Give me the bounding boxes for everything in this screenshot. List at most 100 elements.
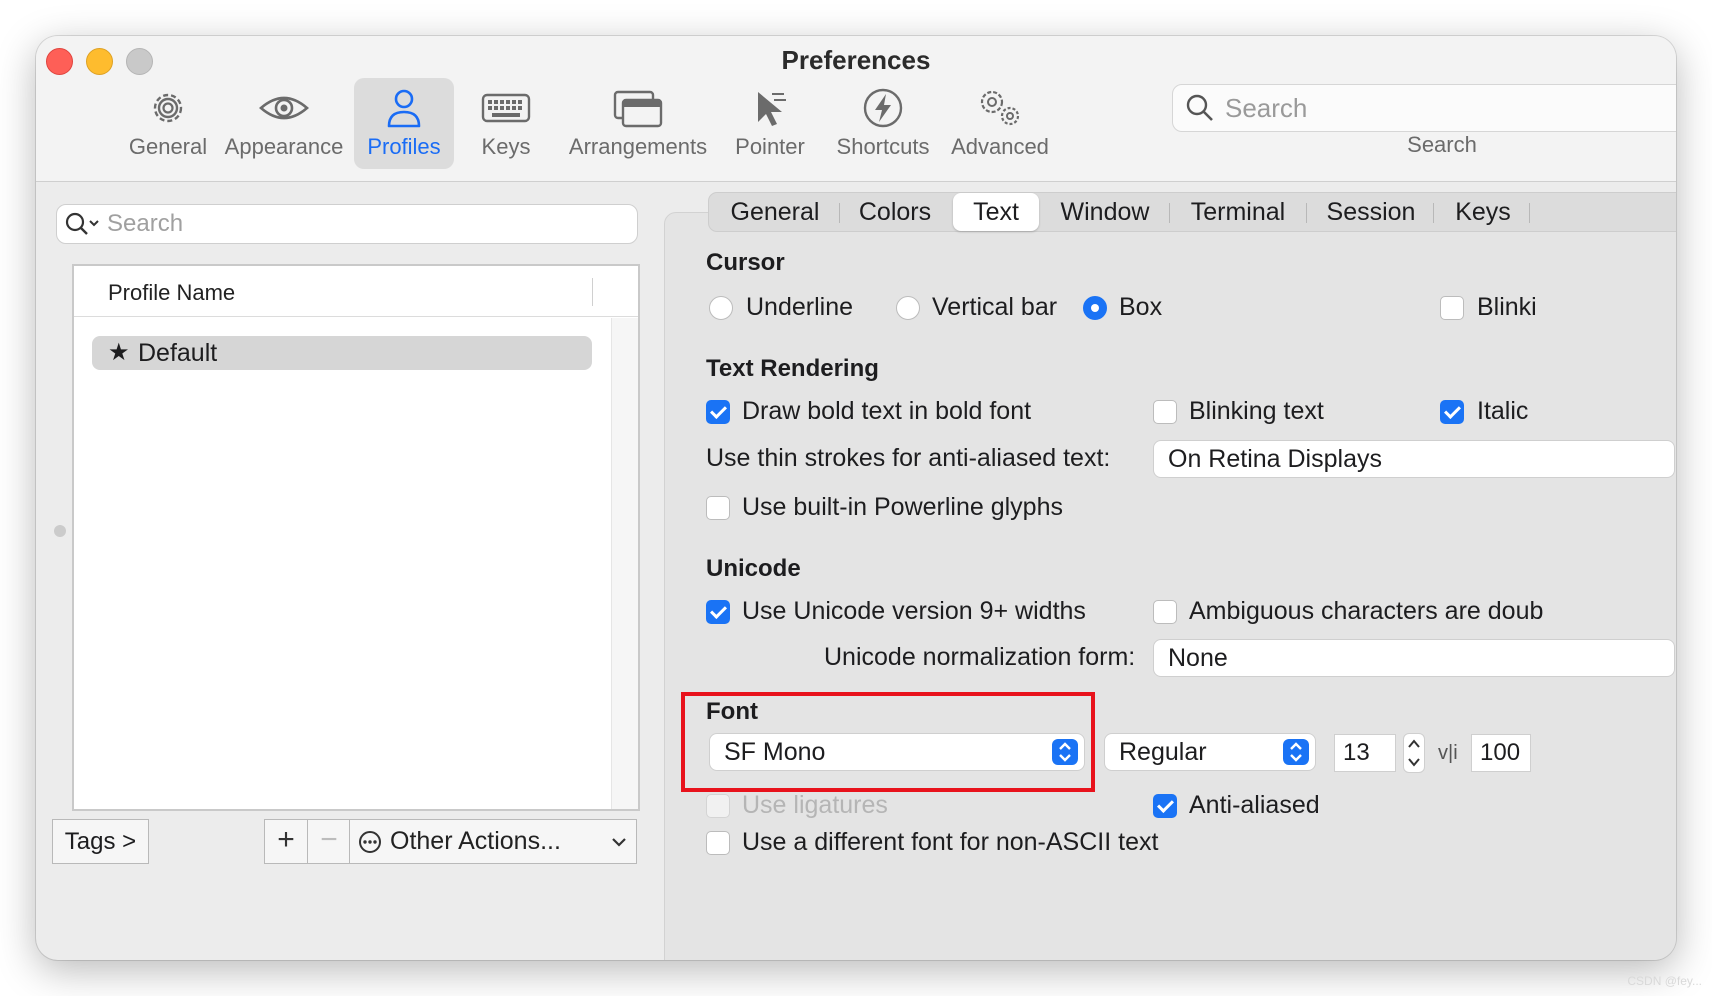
ellipsis-circle-icon <box>359 831 381 853</box>
normalization-value: None <box>1168 644 1228 672</box>
bolt-icon <box>863 88 903 128</box>
toolbar-arrangements[interactable]: Arrangements <box>566 78 710 169</box>
bold-font-label: Draw bold text in bold font <box>742 397 1032 425</box>
toolbar-profiles-label: Profiles <box>367 134 441 159</box>
normalization-popup[interactable]: None <box>1153 639 1675 677</box>
thin-strokes-label: Use thin strokes for anti-aliased text: <box>706 444 1111 472</box>
profile-tabs: General Colors Text Window Terminal Sess… <box>708 192 1676 232</box>
blinking-text-label: Blinking text <box>1189 397 1324 425</box>
tab-colors[interactable]: Colors <box>841 193 949 231</box>
split-view-handle[interactable] <box>54 525 66 537</box>
tags-button[interactable]: Tags > <box>52 819 149 864</box>
add-profile-button[interactable]: + <box>264 819 308 864</box>
other-actions-label: Other Actions... <box>390 827 561 855</box>
profile-table: Profile Name ★ Default <box>72 264 640 811</box>
eye-icon <box>259 96 309 120</box>
toolbar-shortcuts[interactable]: Shortcuts <box>828 78 938 169</box>
blinking-cursor-label: Blinki <box>1477 293 1537 321</box>
non-ascii-font-label: Use a different font for non-ASCII text <box>742 828 1159 856</box>
toolbar-advanced-label: Advanced <box>951 134 1049 159</box>
ambiguous-chars-label: Ambiguous characters are doub <box>1189 597 1544 625</box>
profile-row-default[interactable]: ★ Default <box>92 336 592 370</box>
font-style-popup[interactable]: Regular <box>1104 733 1316 771</box>
star-icon: ★ <box>108 339 130 366</box>
font-size-stepper[interactable] <box>1403 733 1425 773</box>
profile-name-header-label: Profile Name <box>108 280 236 305</box>
toolbar-search-caption: Search <box>1407 132 1477 157</box>
toolbar-appearance[interactable]: Appearance <box>222 78 346 169</box>
ligatures-checkbox[interactable] <box>706 794 730 818</box>
tab-window[interactable]: Window <box>1043 193 1167 231</box>
toolbar: Preferences General Appearance Profiles <box>36 36 1676 182</box>
spacing-field[interactable]: 100 <box>1471 734 1531 772</box>
bold-font-checkbox[interactable] <box>706 400 730 424</box>
thin-strokes-popup[interactable]: On Retina Displays <box>1153 440 1675 478</box>
column-divider <box>592 278 593 306</box>
font-size-value: 13 <box>1343 739 1370 766</box>
powerline-checkbox[interactable] <box>706 496 730 520</box>
chevron-down-icon <box>612 838 626 847</box>
toolbar-search-input[interactable] <box>1223 85 1627 131</box>
toolbar-profiles[interactable]: Profiles <box>354 78 454 169</box>
tab-divider <box>1529 203 1530 223</box>
watermark: CSDN @fey... <box>1627 974 1702 988</box>
profile-row-label: Default <box>138 339 218 367</box>
blinking-text-checkbox[interactable] <box>1153 400 1177 424</box>
remove-profile-button[interactable]: − <box>307 819 351 864</box>
keyboard-icon <box>481 93 531 123</box>
non-ascii-font-checkbox[interactable] <box>706 831 730 855</box>
ambiguous-chars-checkbox[interactable] <box>1153 600 1177 624</box>
anti-aliased-label: Anti-aliased <box>1189 791 1320 819</box>
cursor-box-label: Box <box>1119 293 1163 321</box>
font-style-value: Regular <box>1119 738 1207 766</box>
cursor-underline-radio[interactable] <box>709 296 733 320</box>
font-size-field[interactable]: 13 <box>1334 734 1396 772</box>
thin-strokes-value: On Retina Displays <box>1168 445 1382 473</box>
tab-keys[interactable]: Keys <box>1435 193 1531 231</box>
toolbar-pointer[interactable]: Pointer <box>726 78 814 169</box>
toolbar-keys[interactable]: Keys <box>466 78 546 169</box>
italic-label: Italic <box>1477 397 1529 425</box>
preferences-window: Preferences General Appearance Profiles <box>36 36 1676 960</box>
other-actions-button[interactable]: Other Actions... <box>349 819 637 864</box>
text-rendering-heading: Text Rendering <box>706 355 879 382</box>
toolbar-general[interactable]: General <box>122 78 214 169</box>
profile-search-input[interactable] <box>105 205 609 243</box>
unicode-heading: Unicode <box>706 555 801 582</box>
tab-session[interactable]: Session <box>1307 193 1435 231</box>
tab-general[interactable]: General <box>713 193 837 231</box>
window-title: Preferences <box>781 45 931 75</box>
cursor-vertical-bar-label: Vertical bar <box>932 293 1058 321</box>
tab-divider <box>1169 203 1170 223</box>
person-icon <box>387 89 421 128</box>
font-highlight-box <box>681 692 1095 792</box>
anti-aliased-checkbox[interactable] <box>1153 794 1177 818</box>
blinking-cursor-checkbox[interactable] <box>1440 296 1464 320</box>
toolbar-general-label: General <box>128 134 208 159</box>
ligatures-label: Use ligatures <box>742 791 888 819</box>
powerline-label: Use built-in Powerline glyphs <box>742 493 1063 521</box>
toolbar-pointer-label: Pointer <box>735 134 805 159</box>
toolbar-keys-label: Keys <box>481 134 531 159</box>
italic-checkbox[interactable] <box>1440 400 1464 424</box>
tab-text[interactable]: Text <box>953 193 1039 231</box>
line-spacing-icon: v|i <box>1438 742 1458 764</box>
cursor-box-radio[interactable] <box>1083 296 1107 320</box>
profile-scrollbar[interactable] <box>611 318 638 809</box>
profile-name-column-header[interactable]: Profile Name <box>74 266 638 317</box>
tab-terminal[interactable]: Terminal <box>1171 193 1305 231</box>
cursor-vertical-bar-radio[interactable] <box>896 296 920 320</box>
stepper-arrows-icon <box>1408 739 1420 767</box>
tab-divider <box>839 203 840 223</box>
toolbar-shortcuts-label: Shortcuts <box>836 134 930 159</box>
popup-arrows-icon <box>1283 739 1309 765</box>
unicode-widths-checkbox[interactable] <box>706 600 730 624</box>
toolbar-search[interactable] <box>1172 84 1676 132</box>
cursor-heading: Cursor <box>706 249 785 276</box>
search-icon <box>1186 94 1213 121</box>
toolbar-advanced[interactable]: Advanced <box>944 78 1056 169</box>
profile-search[interactable] <box>56 204 638 244</box>
search-filter-icon <box>65 212 99 235</box>
windows-icon <box>613 90 663 128</box>
cursor-underline-label: Underline <box>746 293 854 321</box>
